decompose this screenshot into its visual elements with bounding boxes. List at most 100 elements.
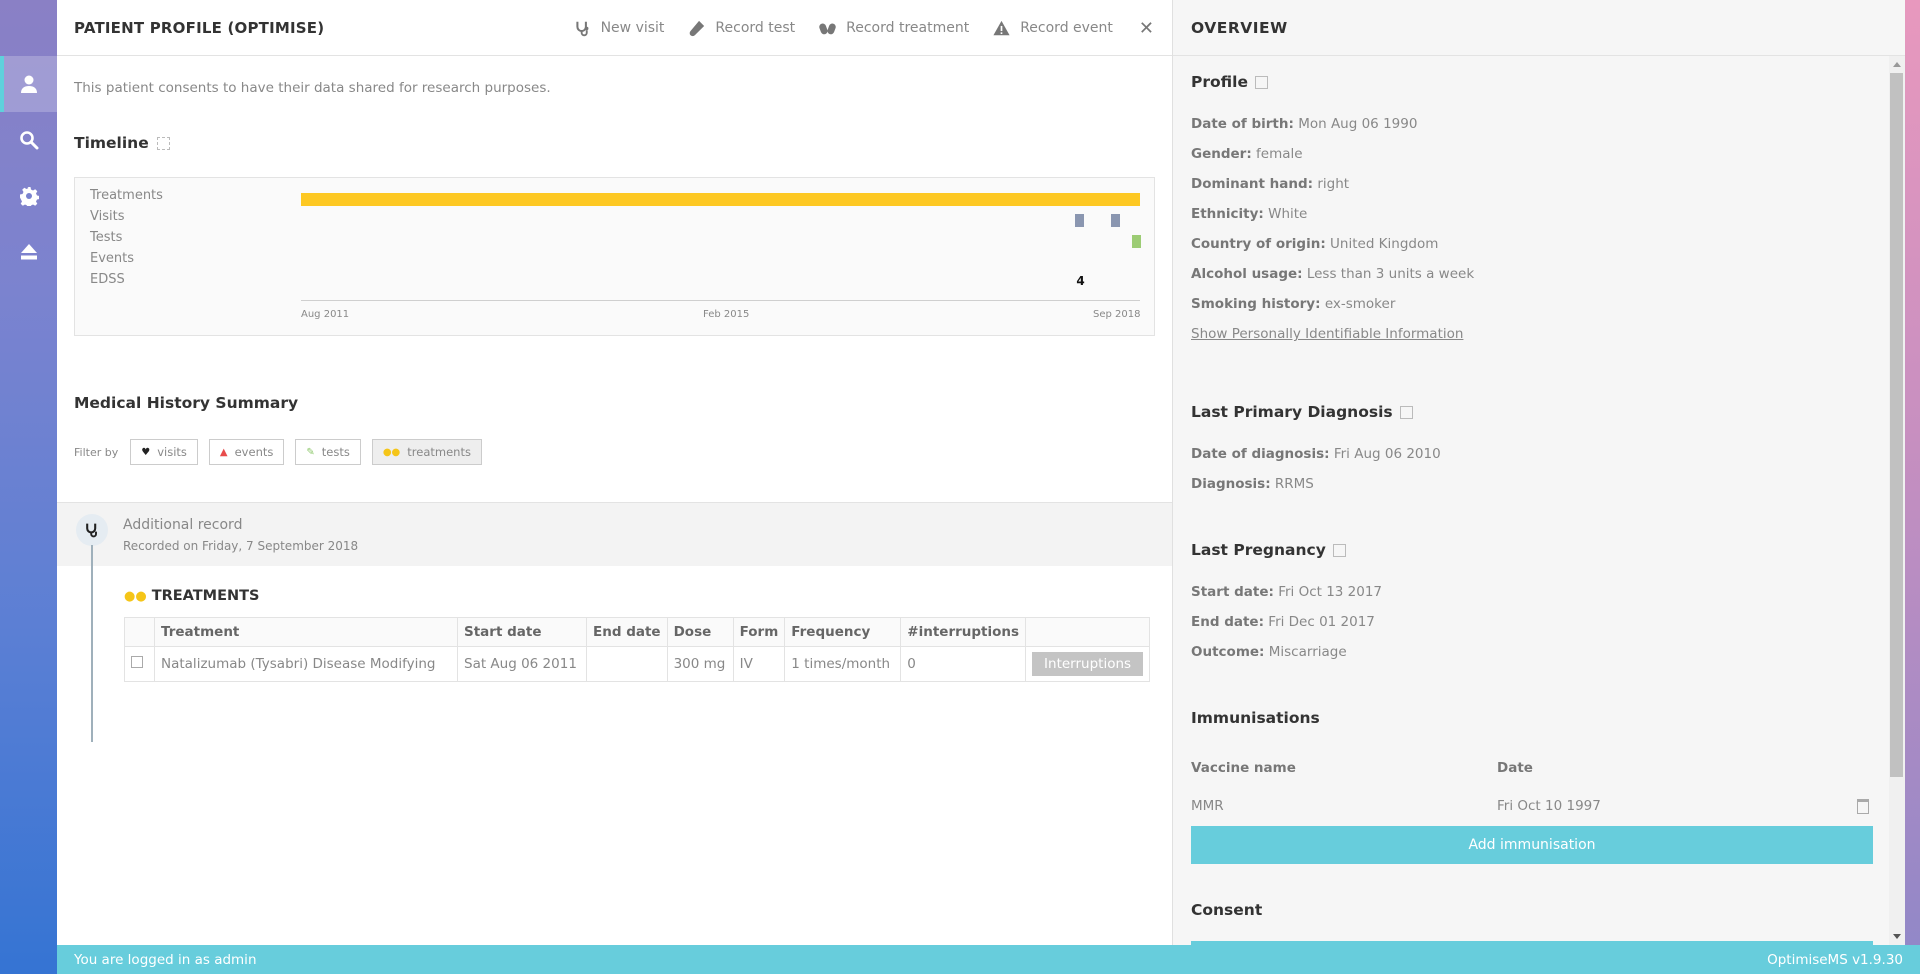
filter-events-button[interactable]: ▲ events [208, 439, 285, 465]
main-header: PATIENT PROFILE (OPTIMISE) New visit Rec… [57, 0, 1172, 56]
edge-decoration [1905, 0, 1920, 974]
show-pii-link[interactable]: Show Personally Identifiable Information [1191, 326, 1463, 342]
sidebar-item-search[interactable] [0, 112, 57, 168]
scroll-down-arrow-icon[interactable] [1893, 934, 1901, 939]
sidebar-item-profile[interactable] [0, 56, 57, 112]
field-label: Diagnosis: [1191, 476, 1271, 492]
edit-diagnosis-icon[interactable] [1399, 405, 1413, 419]
field-value: right [1317, 176, 1350, 192]
field-label: Start date: [1191, 584, 1274, 600]
profile-field: Gender: female [1191, 146, 1303, 162]
timeline-tick: Feb 2015 [703, 309, 750, 320]
immunisations-heading: Immunisations [1191, 709, 1320, 727]
pills-icon [819, 23, 836, 34]
record-event-label: Record event [1020, 20, 1113, 36]
table-header-row: Treatment Start date End date Dose Form … [124, 617, 1151, 647]
pregnancy-field: Start date: Fri Oct 13 2017 [1191, 584, 1382, 600]
record-title: Additional record [123, 517, 243, 533]
timeline-treatment-bar[interactable] [301, 193, 1140, 206]
stethoscope-icon [86, 523, 97, 538]
diagnosis-title: Last Primary Diagnosis [1191, 403, 1393, 421]
treatments-heading: ●● TREATMENTS [124, 588, 259, 604]
expand-icon[interactable] [156, 136, 170, 150]
scrollbar-thumb[interactable] [1890, 73, 1903, 777]
filter-visits-button[interactable]: ♥ visits [130, 439, 198, 465]
interruptions-button[interactable]: Interruptions [1032, 652, 1144, 676]
user-icon [20, 75, 37, 93]
sidebar-item-settings[interactable] [0, 168, 57, 224]
diagnosis-field: Date of diagnosis: Fri Aug 06 2010 [1191, 446, 1441, 462]
record-treatment-label: Record treatment [846, 20, 970, 36]
actions-cell: Interruptions [1025, 646, 1151, 682]
filter-label: Filter by [74, 445, 119, 459]
sidebar-item-logout[interactable] [0, 224, 57, 280]
page-title: PATIENT PROFILE (OPTIMISE) [74, 18, 325, 37]
vaccine-name-cell: MMR [1191, 798, 1224, 814]
overview-scrollbar[interactable] [1889, 56, 1905, 945]
field-label: Dominant hand: [1191, 176, 1314, 192]
end-date-cell [586, 646, 668, 682]
timeline-row-label: Visits [90, 209, 125, 224]
timeline-axis [301, 300, 1140, 301]
edit-pregnancy-icon[interactable] [1332, 543, 1346, 557]
test-tube-icon [690, 20, 705, 36]
timeline-chart: Treatments Visits Tests Events EDSS Aug … [74, 177, 1155, 336]
record-event-button[interactable]: Record event [993, 20, 1113, 37]
sidebar-logo-area [0, 0, 57, 56]
col-header-dose: Dose [666, 617, 734, 647]
new-visit-label: New visit [600, 20, 665, 36]
search-icon [19, 131, 38, 150]
table-row: Natalizumab (Tysabri) Disease Modifying … [124, 646, 1151, 682]
scroll-up-arrow-icon[interactable] [1893, 62, 1901, 67]
timeline-tick: Aug 2011 [301, 309, 350, 320]
field-label: Outcome: [1191, 644, 1265, 660]
close-icon[interactable]: ✕ [1139, 18, 1154, 39]
consent-heading: Consent [1191, 901, 1262, 919]
record-icon [76, 514, 108, 546]
field-value: female [1256, 146, 1303, 162]
profile-field: Date of birth: Mon Aug 06 1990 [1191, 116, 1417, 132]
trash-icon[interactable] [1857, 799, 1869, 814]
stethoscope-icon [575, 21, 589, 36]
new-visit-button[interactable]: New visit [574, 20, 665, 37]
profile-field: Dominant hand: right [1191, 176, 1349, 192]
heart-icon: ♥ [141, 446, 151, 458]
warning-icon [993, 20, 1010, 35]
field-label: Gender: [1191, 146, 1252, 162]
history-record[interactable]: Additional record Recorded on Friday, 7 … [57, 502, 1172, 566]
profile-field: Ethnicity: White [1191, 206, 1307, 222]
field-label: Alcohol usage: [1191, 266, 1303, 282]
field-label: Date of diagnosis: [1191, 446, 1330, 462]
field-value: Fri Aug 06 2010 [1333, 446, 1441, 462]
overview-header: OVERVIEW [1173, 0, 1905, 56]
sidebar [0, 0, 57, 974]
filter-treatments-label: treatments [407, 445, 471, 459]
profile-field: Smoking history: ex-smoker [1191, 296, 1395, 312]
form-cell: IV [732, 646, 786, 682]
main-panel: PATIENT PROFILE (OPTIMISE) New visit Rec… [57, 0, 1172, 945]
col-header-edit [124, 617, 155, 647]
timeline-edss-value: 4 [1076, 274, 1085, 288]
edit-cell[interactable] [124, 646, 155, 682]
record-date: Recorded on Friday, 7 September 2018 [123, 539, 359, 553]
col-header-end-date: End date [586, 617, 668, 647]
add-immunisation-button[interactable]: Add immunisation [1191, 826, 1873, 864]
filter-tests-button[interactable]: ✎ tests [295, 439, 361, 465]
timeline-tick: Sep 2018 [1093, 309, 1141, 320]
record-test-button[interactable]: Record test [688, 20, 795, 37]
timeline-visit-marker[interactable] [1111, 214, 1121, 227]
field-label: Date of birth: [1191, 116, 1294, 132]
timeline-visit-marker[interactable] [1075, 214, 1085, 227]
history-heading: Medical History Summary [74, 394, 298, 412]
field-value: Fri Dec 01 2017 [1268, 614, 1375, 630]
profile-heading: Profile [1191, 73, 1268, 91]
edit-profile-icon[interactable] [1254, 75, 1268, 89]
treatments-title: TREATMENTS [151, 588, 260, 604]
col-header-frequency: Frequency [784, 617, 902, 647]
timeline-heading: Timeline [74, 134, 170, 152]
filter-treatments-button[interactable]: ●● treatments [371, 439, 482, 465]
overview-panel: OVERVIEW Profile Date of birth: Mon Aug … [1172, 0, 1905, 945]
edit-icon[interactable] [131, 656, 143, 668]
record-treatment-button[interactable]: Record treatment [819, 20, 969, 37]
timeline-test-marker[interactable] [1131, 235, 1141, 248]
